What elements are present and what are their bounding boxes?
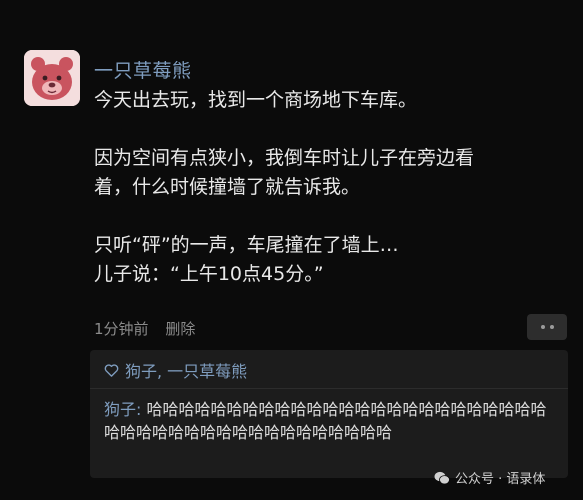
post-content: 今天出去玩，找到一个商场地下车库。 因为空间有点狭小，我倒车时让儿子在旁边看 着… [94, 86, 564, 289]
post-meta: 1分钟前 删除 [94, 318, 195, 339]
interactions-panel: 狗子, 一只草莓熊 狗子: 哈哈哈哈哈哈哈哈哈哈哈哈哈哈哈哈哈哈哈哈哈哈哈哈哈哈… [90, 350, 568, 478]
heart-icon [104, 363, 119, 377]
post-line: 只听“砰”的一声，车尾撞在了墙上… [94, 234, 399, 256]
delete-link[interactable]: 删除 [165, 320, 195, 338]
post-line: 因为空间有点狭小，我倒车时让儿子在旁边看 [94, 147, 475, 169]
watermark: 公众号 · 语录体 [434, 468, 545, 487]
more-dots-icon [540, 325, 545, 329]
more-dots-icon [549, 325, 554, 329]
post-line: 着，什么时候撞墙了就告诉我。 [94, 176, 361, 198]
divider [90, 388, 568, 389]
comment[interactable]: 狗子: 哈哈哈哈哈哈哈哈哈哈哈哈哈哈哈哈哈哈哈哈哈哈哈哈哈哈哈哈哈哈哈哈哈哈哈哈… [104, 398, 559, 444]
more-actions-button[interactable] [527, 314, 567, 340]
avatar[interactable] [24, 50, 80, 106]
post-author-name[interactable]: 一只草莓熊 [94, 56, 192, 83]
post-line: 今天出去玩，找到一个商场地下车库。 [94, 89, 418, 111]
strawberry-bear-avatar [24, 50, 80, 106]
likes-row: 狗子, 一只草莓熊 [104, 358, 247, 382]
comment-author[interactable]: 狗子: [104, 400, 141, 419]
wechat-icon [434, 471, 450, 484]
post-line: 儿子说：“上午10点45分。” [94, 263, 324, 285]
comment-text: 哈哈哈哈哈哈哈哈哈哈哈哈哈哈哈哈哈哈哈哈哈哈哈哈哈哈哈哈哈哈哈哈哈哈哈哈哈哈哈哈… [104, 400, 547, 442]
post-time: 1分钟前 [94, 320, 149, 338]
likes-names[interactable]: 狗子, 一只草莓熊 [125, 358, 247, 382]
watermark-text: 公众号 · 语录体 [455, 472, 546, 487]
